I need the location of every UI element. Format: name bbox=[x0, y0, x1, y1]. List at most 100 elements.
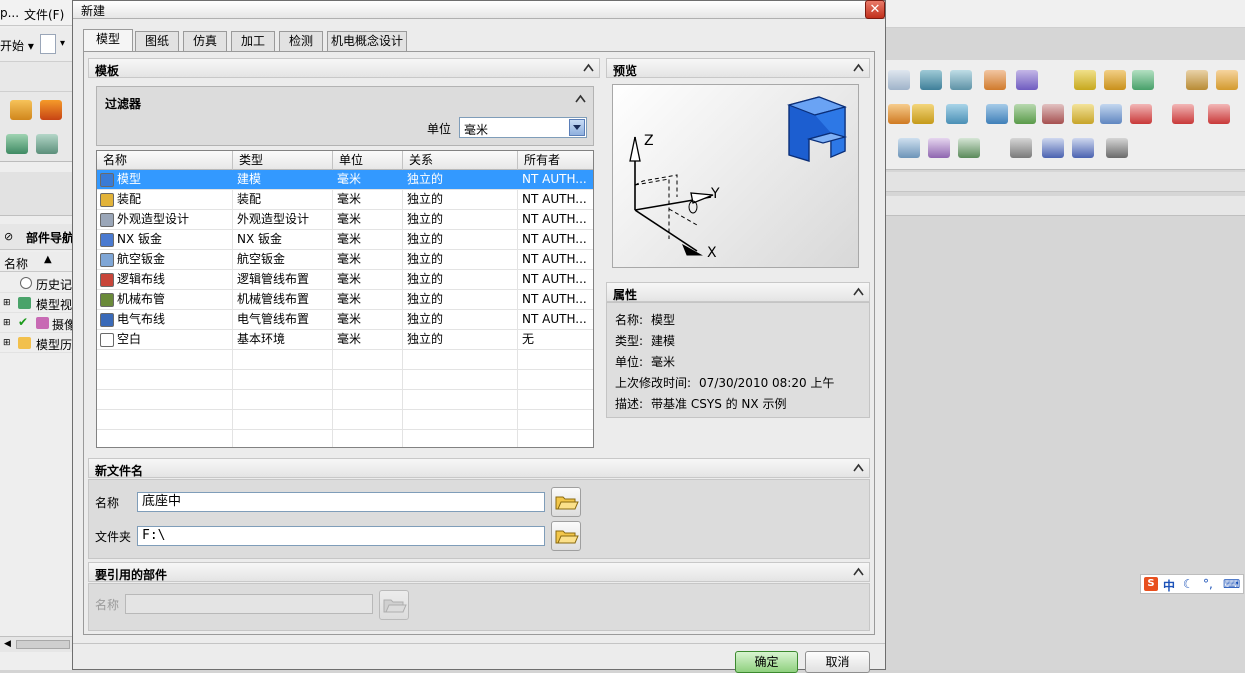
scroll-thumb[interactable] bbox=[16, 640, 70, 649]
expand-icon[interactable]: ⊞ bbox=[3, 298, 11, 308]
new-file-section-header[interactable]: 新文件名 bbox=[88, 458, 870, 478]
column-header-relation[interactable]: 关系 bbox=[403, 151, 518, 170]
column-header-unit[interactable]: 单位 bbox=[333, 151, 403, 170]
sogou-logo-icon[interactable]: S bbox=[1144, 577, 1158, 591]
extrude-icon[interactable] bbox=[1074, 70, 1096, 90]
tab-inspection[interactable]: 检测 bbox=[279, 31, 323, 51]
table-row[interactable]: 航空钣金 航空钣金 毫米 独立的 NT AUTH... bbox=[97, 250, 593, 270]
close-button[interactable]: ✕ bbox=[865, 0, 885, 19]
table-row[interactable]: 装配 装配 毫米 独立的 NT AUTH... bbox=[97, 190, 593, 210]
chevron-down-icon[interactable] bbox=[569, 119, 585, 136]
referenced-part-section-header[interactable]: 要引用的部件 bbox=[88, 562, 870, 582]
replace-face-icon[interactable] bbox=[1172, 104, 1194, 124]
dialog-titlebar[interactable]: 新建 ✕ bbox=[73, 0, 885, 19]
navigator-column-header[interactable]: 名称 ▲ bbox=[0, 252, 72, 272]
folder-input[interactable]: F:\ bbox=[137, 526, 545, 546]
table-row[interactable]: NX 钣金 NX 钣金 毫米 独立的 NT AUTH... bbox=[97, 230, 593, 250]
tab-model[interactable]: 模型 bbox=[83, 29, 133, 52]
hole-icon[interactable] bbox=[1132, 70, 1154, 90]
start-menu-button[interactable]: 开始 ▾ bbox=[0, 37, 34, 54]
ime-toolbar[interactable]: S 中 ☾ °, ⌨ bbox=[1140, 574, 1244, 594]
scroll-left-icon[interactable]: ◀ bbox=[4, 639, 11, 649]
column-header-type[interactable]: 类型 bbox=[233, 151, 333, 170]
thicken-icon[interactable] bbox=[1100, 104, 1122, 124]
blend-icon[interactable] bbox=[888, 104, 910, 124]
layer-settings-icon[interactable] bbox=[36, 134, 58, 154]
menu-item-partial[interactable]: p... bbox=[0, 6, 19, 20]
chamfer-icon[interactable] bbox=[912, 104, 934, 124]
surface-icon[interactable] bbox=[946, 104, 968, 124]
tab-simulation[interactable]: 仿真 bbox=[183, 31, 227, 51]
delete-face-icon[interactable] bbox=[1208, 104, 1230, 124]
preview-section-header[interactable]: 预览 bbox=[606, 58, 870, 78]
tab-drawing[interactable]: 图纸 bbox=[135, 31, 179, 51]
moon-icon[interactable]: ☾ bbox=[1183, 577, 1194, 591]
collapse-up-icon[interactable] bbox=[582, 62, 595, 74]
collapse-up-icon[interactable] bbox=[852, 462, 865, 474]
csys-icon[interactable] bbox=[984, 70, 1006, 90]
shield-tool-icon[interactable] bbox=[40, 100, 62, 120]
browse-folder-button[interactable] bbox=[551, 521, 581, 551]
templates-section-header[interactable]: 模板 bbox=[88, 58, 600, 78]
punctuation-icon[interactable]: °, bbox=[1203, 577, 1213, 591]
mesh-surface-icon[interactable] bbox=[1014, 104, 1036, 124]
tool-settings-icon[interactable] bbox=[1106, 138, 1128, 158]
table-row[interactable]: 外观造型设计 外观造型设计 毫米 独立的 NT AUTH... bbox=[97, 210, 593, 230]
drawing-icon[interactable] bbox=[1010, 138, 1032, 158]
book-icon[interactable] bbox=[10, 100, 32, 120]
measure-icon[interactable] bbox=[1186, 70, 1208, 90]
expand-icon[interactable]: ⊞ bbox=[3, 318, 11, 328]
tab-manufacturing[interactable]: 加工 bbox=[231, 31, 275, 51]
column-header-name[interactable]: 名称 bbox=[97, 151, 233, 170]
keyboard-icon[interactable]: ⌨ bbox=[1223, 577, 1240, 591]
dropdown-arrow-icon[interactable]: ▾ bbox=[60, 38, 65, 49]
offset-icon[interactable] bbox=[1072, 104, 1094, 124]
table-row[interactable]: 逻辑布线 逻辑管线布置 毫米 独立的 NT AUTH... bbox=[97, 270, 593, 290]
new-file-icon[interactable] bbox=[40, 34, 56, 54]
datum-icon[interactable] bbox=[950, 70, 972, 90]
template-table[interactable]: 名称 类型 单位 关系 所有者 模型 建模 毫米 独立的 NT AUTH... 装配 装配毫… bbox=[96, 150, 594, 448]
assembly-tool-icon[interactable] bbox=[898, 138, 920, 158]
collapse-up-icon[interactable] bbox=[852, 286, 865, 298]
through-curves-icon[interactable] bbox=[986, 104, 1008, 124]
properties-section-header[interactable]: 属性 bbox=[606, 282, 870, 302]
move-face-icon[interactable] bbox=[1130, 104, 1152, 124]
table-row[interactable]: 机械布管 机械管线布置 毫米 独立的 NT AUTH... bbox=[97, 290, 593, 310]
menu-item-file[interactable]: 文件(F) bbox=[24, 6, 64, 23]
browse-name-button[interactable] bbox=[551, 487, 581, 517]
tree-item-model-views[interactable]: ⊞ 模型视 bbox=[0, 293, 72, 313]
sort-up-icon[interactable]: ▲ bbox=[44, 254, 52, 265]
tree-item-model-history[interactable]: ⊞ 模型历 bbox=[0, 333, 72, 353]
cell-type: 建模 bbox=[237, 172, 262, 186]
open-folder-icon bbox=[555, 496, 579, 510]
cylinder-icon[interactable] bbox=[1042, 138, 1064, 158]
point-icon[interactable] bbox=[1016, 70, 1038, 90]
collapse-up-icon[interactable] bbox=[574, 93, 587, 105]
table-tool-icon[interactable] bbox=[928, 138, 950, 158]
preview-title: 预览 bbox=[613, 64, 638, 78]
constraint-icon[interactable] bbox=[958, 138, 980, 158]
revolve-icon[interactable] bbox=[1104, 70, 1126, 90]
unit-select[interactable]: 毫米 bbox=[459, 117, 587, 138]
layers-icon[interactable] bbox=[6, 134, 28, 154]
tree-item-camera[interactable]: ⊞ ✔ 摄像 bbox=[0, 313, 72, 333]
sketch-icon[interactable] bbox=[920, 70, 942, 90]
collapse-up-icon[interactable] bbox=[852, 566, 865, 578]
dialog-title: 新建 bbox=[81, 4, 106, 18]
file-name-input[interactable]: 底座中 bbox=[137, 492, 545, 512]
table-row[interactable]: 电气布线 电气管线布置 毫米 独立的 NT AUTH... bbox=[97, 310, 593, 330]
table-row[interactable]: 模型 建模 毫米 独立的 NT AUTH... bbox=[97, 170, 593, 190]
tree-item-history[interactable]: 历史记 bbox=[0, 273, 72, 293]
trim-icon[interactable] bbox=[1042, 104, 1064, 124]
table-row[interactable]: 空白 基本环境 毫米 独立的 无 bbox=[97, 330, 593, 350]
tab-mechatronics[interactable]: 机电概念设计 bbox=[327, 31, 407, 51]
expand-icon[interactable]: ⊞ bbox=[3, 338, 11, 348]
view-icon[interactable] bbox=[888, 70, 910, 90]
column-header-owner[interactable]: 所有者 bbox=[518, 151, 593, 170]
property-name: 名称: 模型 bbox=[615, 313, 676, 327]
ime-chinese-toggle[interactable]: 中 bbox=[1163, 577, 1175, 594]
spring-icon[interactable] bbox=[1072, 138, 1094, 158]
collapse-up-icon[interactable] bbox=[852, 62, 865, 74]
ruler-icon[interactable] bbox=[1216, 70, 1238, 90]
horizontal-scrollbar[interactable]: ◀ bbox=[0, 636, 72, 652]
